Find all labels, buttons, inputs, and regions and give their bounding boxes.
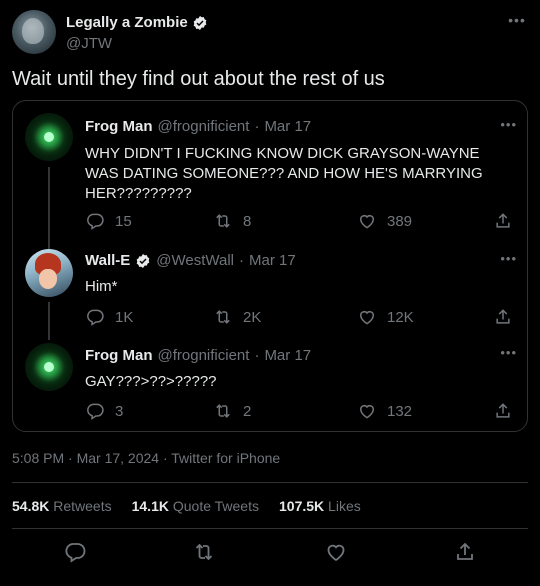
- retweet-button[interactable]: 8: [213, 211, 251, 231]
- retweets-count: 54.8K: [12, 498, 50, 514]
- likes-stat[interactable]: 107.5K Likes: [279, 498, 361, 514]
- reply-button[interactable]: 3: [85, 401, 123, 421]
- retweet-count: 2: [243, 402, 252, 420]
- reply-button[interactable]: 15: [85, 211, 132, 231]
- verified-icon: [193, 15, 207, 30]
- like-button[interactable]: 389: [357, 211, 412, 231]
- action-bar: 15 8 389: [85, 211, 513, 235]
- avatar[interactable]: [25, 249, 73, 297]
- quoted-author-handle[interactable]: @WestWall: [156, 252, 234, 269]
- quoted-date[interactable]: Mar 17: [264, 118, 311, 135]
- quoted-tweet-header: Wall-E @WestWall · Mar 17: [85, 252, 296, 269]
- avatar[interactable]: [25, 113, 73, 161]
- share-button[interactable]: [493, 211, 513, 231]
- reply-icon: [87, 309, 104, 326]
- share-icon: [496, 309, 510, 324]
- more-icon[interactable]: •••: [506, 12, 528, 28]
- retweet-button[interactable]: 2: [213, 401, 251, 421]
- retweets-label: Retweets: [53, 498, 112, 514]
- like-button[interactable]: 132: [357, 401, 412, 421]
- like-icon[interactable]: [324, 540, 348, 564]
- quoted-tweet-text: GAY???>??>?????: [85, 373, 217, 390]
- reply-count: 3: [115, 402, 124, 420]
- like-icon: [360, 405, 374, 419]
- quoted-tweet[interactable]: Frog Man @frognificient · Mar 17 ••• GAY…: [13, 337, 527, 433]
- action-bar: 3 2 132: [85, 401, 513, 425]
- like-count: 12K: [387, 308, 414, 326]
- share-icon[interactable]: [453, 540, 477, 564]
- more-icon[interactable]: •••: [500, 345, 517, 360]
- dot-separator: ·: [254, 118, 260, 135]
- share-icon: [496, 213, 510, 228]
- reply-button[interactable]: 1K: [85, 307, 133, 327]
- retweets-stat[interactable]: 54.8K Retweets: [12, 498, 112, 514]
- quoted-author-handle[interactable]: @frognificient: [158, 118, 250, 135]
- retweet-icon: [216, 310, 230, 324]
- like-button[interactable]: 12K: [357, 307, 414, 327]
- reply-icon[interactable]: [63, 540, 87, 564]
- more-icon[interactable]: •••: [500, 251, 517, 266]
- avatar[interactable]: [25, 343, 73, 391]
- reply-count: 1K: [115, 308, 134, 326]
- reply-icon: [87, 403, 104, 420]
- verified-icon: [136, 253, 150, 268]
- tweet-timestamp[interactable]: 5:08 PM · Mar 17, 2024 · Twitter for iPh…: [12, 450, 280, 466]
- retweet-count: 2K: [243, 308, 262, 326]
- quote-tweets-stat[interactable]: 14.1K Quote Tweets: [132, 498, 259, 514]
- quote-tweets-count: 14.1K: [131, 498, 169, 514]
- tweet-text: Wait until they find out about the rest …: [12, 68, 385, 90]
- quoted-tweet-text: WHY DIDN'T I FUCKING KNOW DICK GRAYSON-W…: [85, 145, 483, 202]
- action-bar: 1K 2K 12K: [85, 307, 513, 331]
- retweet-icon[interactable]: [192, 540, 216, 564]
- quoted-tweet-header: Frog Man @frognificient · Mar 17: [85, 347, 311, 364]
- share-button[interactable]: [493, 307, 513, 327]
- retweet-count: 8: [243, 212, 252, 230]
- quoted-date[interactable]: Mar 17: [249, 252, 296, 269]
- like-count: 132: [387, 402, 413, 420]
- quoted-author-handle[interactable]: @frognificient: [158, 347, 250, 364]
- engagement-stats: 54.8K Retweets 14.1K Quote Tweets 107.5K…: [12, 498, 361, 514]
- reply-icon: [87, 213, 104, 230]
- like-icon: [360, 215, 374, 229]
- quoted-date[interactable]: Mar 17: [264, 347, 311, 364]
- quoted-tweet[interactable]: Wall-E @WestWall · Mar 17 ••• Him* 1K 2K…: [13, 241, 527, 337]
- quoted-thread[interactable]: Frog Man @frognificient · Mar 17 ••• WHY…: [12, 100, 528, 432]
- dot-separator: ·: [254, 347, 260, 364]
- author-name-row[interactable]: Legally a Zombie: [66, 14, 208, 31]
- divider: [12, 528, 528, 529]
- quoted-author-name[interactable]: Wall-E: [85, 252, 130, 269]
- quoted-tweet-header: Frog Man @frognificient · Mar 17: [85, 118, 311, 135]
- retweet-icon: [216, 404, 230, 418]
- quoted-author-name[interactable]: Frog Man: [85, 347, 153, 364]
- like-icon: [360, 311, 374, 325]
- likes-label: Likes: [328, 498, 361, 514]
- tweet-header: Legally a Zombie @JTW •••: [12, 10, 528, 56]
- quote-tweets-label: Quote Tweets: [172, 498, 259, 514]
- quoted-author-name[interactable]: Frog Man: [85, 118, 153, 135]
- likes-count: 107.5K: [279, 498, 325, 514]
- divider: [12, 482, 528, 483]
- share-icon: [496, 403, 510, 418]
- dot-separator: ·: [239, 252, 245, 269]
- tweet-action-bar: [0, 540, 540, 566]
- author-avatar[interactable]: [12, 10, 56, 54]
- reply-count: 15: [115, 212, 132, 230]
- retweet-button[interactable]: 2K: [213, 307, 261, 327]
- author-handle[interactable]: @JTW: [66, 35, 112, 52]
- author-display-name[interactable]: Legally a Zombie: [66, 14, 188, 31]
- more-icon[interactable]: •••: [500, 117, 517, 132]
- share-button[interactable]: [493, 401, 513, 421]
- retweet-icon: [216, 214, 230, 228]
- like-count: 389: [387, 212, 413, 230]
- quoted-tweet-text: Him*: [85, 278, 118, 295]
- quoted-tweet[interactable]: Frog Man @frognificient · Mar 17 ••• WHY…: [13, 101, 527, 241]
